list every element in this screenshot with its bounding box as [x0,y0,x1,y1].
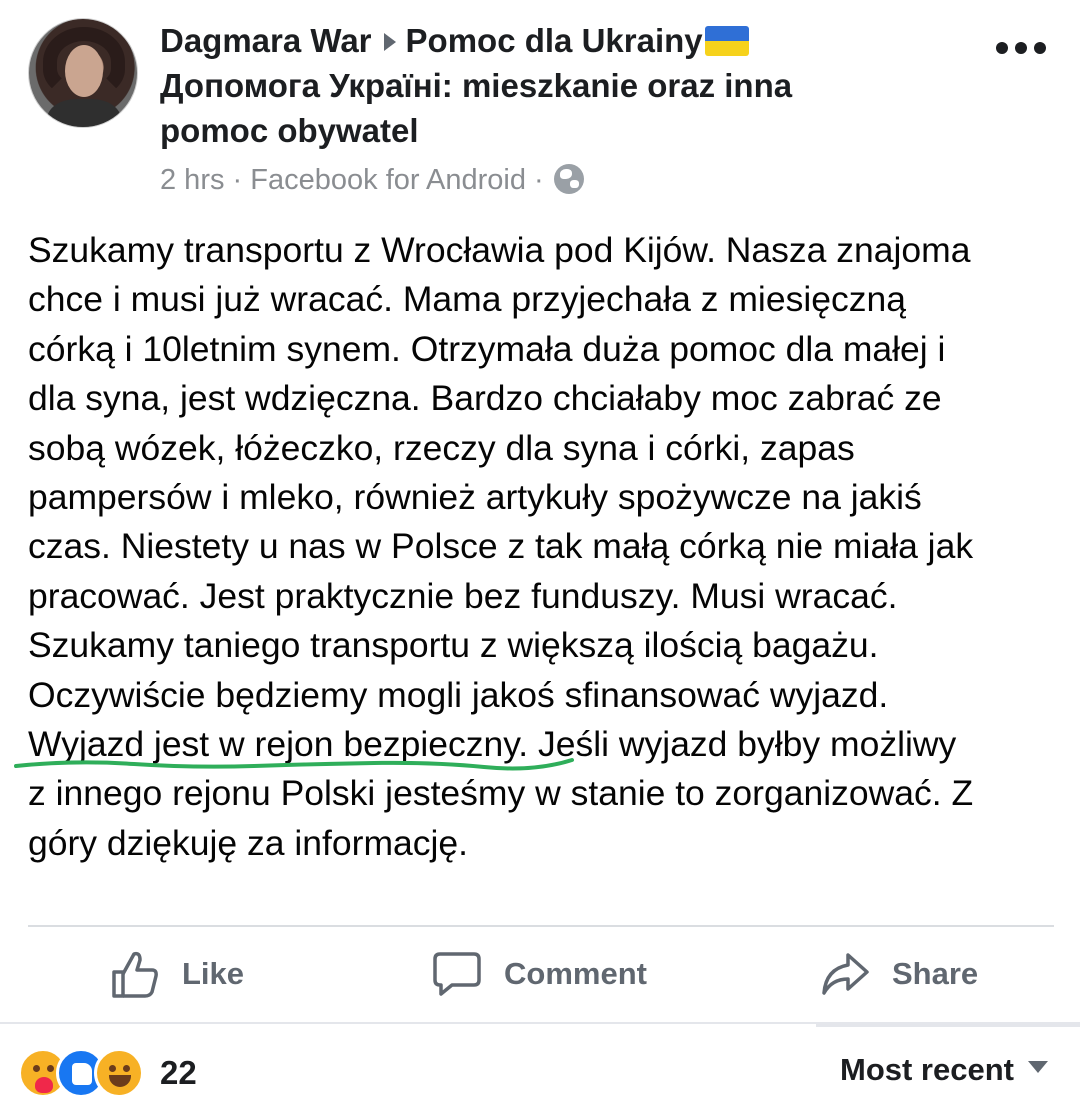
post-timestamp[interactable]: 2 hrs [160,164,224,196]
post-source: Facebook for Android [250,164,526,196]
globe-icon[interactable] [553,164,584,194]
post-line: chce i musi już wracać. Mama przyjechała… [28,279,906,320]
share-label: Share [892,956,979,991]
group-name-part1: Pomoc dla Ukrainy [405,22,703,59]
comment-sort-dropdown[interactable]: Most recent [840,1052,1048,1088]
post-header: Dagmara War Pomoc dla Ukrainy Допомога Укр… [0,0,1080,210]
thumbs-up-icon [112,951,158,998]
post-line: córką i 10letnim synem. Otrzymała duża p… [28,328,946,369]
sort-label: Most recent [840,1052,1014,1087]
comment-bubble-icon [433,952,481,996]
haha-reaction-icon [94,1048,144,1098]
post-line: Oczywiście będziemy mogli jakoś sfinanso… [28,674,889,715]
action-divider-top [28,925,1054,927]
reaction-summary[interactable]: 22 [18,1046,197,1100]
share-button[interactable]: Share [820,944,978,1004]
post-actions-bar: Like Comment Share [0,930,1080,1022]
reaction-count: 22 [160,1054,197,1091]
post-line: Szukamy transportu z Wrocławia pod Kijów… [28,230,971,270]
right-triangle-icon [383,33,396,52]
meta-separator: · [534,164,544,196]
like-label: Like [182,956,245,991]
post-line: góry dziękuję za informację. [28,822,469,863]
like-button[interactable]: Like [110,944,244,1004]
footer-divider-accent [816,1024,1080,1027]
ukraine-flag-icon [704,26,749,56]
author-name-link[interactable]: Dagmara War [160,22,372,59]
more-options-icon[interactable] [996,38,1046,58]
post-line: pracować. Jest praktycznie bez funduszy.… [28,575,898,616]
green-underline-annotation [14,758,574,771]
meta-separator: · [232,164,243,196]
post-line: czas. Niestety u nas w Polsce z tak małą… [28,526,974,567]
comment-button[interactable]: Comment [432,944,647,1004]
chevron-down-icon [1027,1061,1048,1073]
author-avatar[interactable] [28,18,138,128]
share-arrow-icon [822,953,869,995]
avatar-face [65,45,103,97]
group-name-part3: pomoc obywatel [160,112,419,149]
group-name-part2: Допомога Україні: mieszkanie oraz inna [160,67,793,104]
post-line: sobą wózek, łóżeczko, rzeczy dla syna i … [28,427,855,468]
comment-label: Comment [504,956,647,991]
post-line: Szukamy taniego transportu z większą ilo… [28,625,879,666]
post-line: dla syna, jest wdzięczna. Bardzo chciała… [28,378,942,419]
post-title: Dagmara War Pomoc dla Ukrainy Допомога Укр… [160,18,960,153]
post-meta: 2 hrs · Facebook for Android · [160,160,584,200]
post-line: pampersów i mleko, również artykuły spoż… [28,477,922,518]
avatar-body [47,99,121,127]
